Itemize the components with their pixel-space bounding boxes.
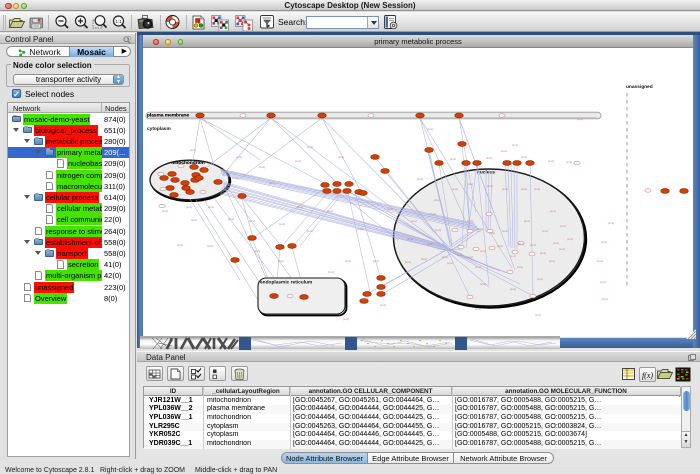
svg-text:(xxx): (xxx) — [190, 148, 197, 152]
svg-text:(xxx): (xxx) — [295, 159, 302, 163]
svg-text:(xxx): (xxx) — [567, 237, 574, 241]
svg-text:(xxx): (xxx) — [328, 270, 335, 274]
svg-text:(xxx): (xxx) — [502, 229, 509, 233]
svg-text:(xxx): (xxx) — [442, 255, 449, 259]
svg-text:(xxx): (xxx) — [434, 198, 441, 202]
svg-text:(xxx): (xxx) — [387, 207, 394, 211]
svg-text:(xxx): (xxx) — [430, 212, 437, 216]
svg-text:(xxx): (xxx) — [608, 221, 615, 225]
svg-text:(xxx): (xxx) — [566, 160, 573, 164]
svg-text:(xxx): (xxx) — [269, 181, 276, 185]
svg-text:(xxx): (xxx) — [177, 243, 184, 247]
svg-text:(xxx): (xxx) — [435, 228, 442, 232]
svg-text:(xxx): (xxx) — [417, 177, 424, 181]
svg-text:(xxx): (xxx) — [510, 287, 517, 291]
svg-text:(xxx): (xxx) — [447, 261, 454, 265]
svg-text:(xxx): (xxx) — [307, 145, 314, 149]
svg-text:(xxx): (xxx) — [497, 244, 504, 248]
svg-text:(xxx): (xxx) — [540, 251, 547, 255]
svg-text:(xxx): (xxx) — [597, 259, 604, 263]
svg-text:(xxx): (xxx) — [186, 205, 193, 209]
svg-text:(xxx): (xxx) — [501, 149, 508, 153]
svg-text:(xxx): (xxx) — [535, 313, 542, 317]
svg-text:(xxx): (xxx) — [297, 205, 304, 209]
svg-text:(xxx): (xxx) — [338, 155, 345, 159]
svg-text:(xxx): (xxx) — [467, 255, 474, 259]
svg-text:mitochondrion: mitochondrion — [171, 160, 205, 166]
svg-text:(xxx): (xxx) — [427, 127, 434, 131]
svg-text:(xxx): (xxx) — [553, 241, 560, 245]
svg-text:(xxx): (xxx) — [236, 155, 243, 159]
svg-text:(xxx): (xxx) — [327, 209, 334, 213]
svg-text:(xxx): (xxx) — [362, 297, 369, 301]
svg-text:(xxx): (xxx) — [517, 265, 524, 269]
svg-text:(xxx): (xxx) — [530, 243, 537, 247]
svg-text:(xxx): (xxx) — [537, 277, 544, 281]
svg-text:(xxx): (xxx) — [162, 209, 169, 213]
svg-text:(xxx): (xxx) — [191, 218, 198, 222]
svg-text:(xxx): (xxx) — [405, 260, 412, 264]
svg-text:unassigned: unassigned — [626, 84, 653, 90]
svg-text:(xxx): (xxx) — [560, 224, 567, 228]
svg-text:(xxx): (xxx) — [467, 219, 474, 223]
svg-text:endoplasmic reticulum: endoplasmic reticulum — [260, 280, 312, 286]
svg-text:(xxx): (xxx) — [486, 156, 493, 160]
svg-text:(xxx): (xxx) — [559, 247, 566, 251]
svg-text:(xxx): (xxx) — [307, 229, 314, 233]
svg-text:(xxx): (xxx) — [249, 219, 256, 223]
svg-text:(xxx): (xxx) — [550, 209, 557, 213]
svg-text:(xxx): (xxx) — [345, 259, 352, 263]
svg-text:(xxx): (xxx) — [411, 219, 418, 223]
svg-text:(xxx): (xxx) — [524, 219, 531, 223]
svg-text:(xxx): (xxx) — [534, 187, 541, 191]
svg-text:(xxx): (xxx) — [208, 205, 215, 209]
svg-text:(xxx): (xxx) — [232, 176, 239, 180]
svg-text:(xxx): (xxx) — [475, 265, 482, 269]
svg-text:(xxx): (xxx) — [489, 231, 496, 235]
svg-text:f(x): f(x) — [642, 371, 653, 380]
svg-text:plasma membrane: plasma membrane — [147, 112, 189, 118]
svg-text:(xxx): (xxx) — [600, 280, 607, 284]
svg-text:(xxx): (xxx) — [518, 242, 525, 246]
svg-text:(xxx): (xxx) — [457, 253, 464, 257]
svg-text:(xxx): (xxx) — [475, 307, 482, 311]
svg-text:1:1: 1:1 — [115, 19, 122, 24]
svg-text:(xxx): (xxx) — [279, 222, 286, 226]
svg-text:(xxx): (xxx) — [450, 157, 457, 161]
svg-text:(xxx): (xxx) — [487, 184, 494, 188]
svg-text:(xxx): (xxx) — [407, 237, 414, 241]
svg-text:(xxx): (xxx) — [502, 187, 509, 191]
svg-text:(xxx): (xxx) — [521, 187, 528, 191]
svg-text:(xxx): (xxx) — [373, 259, 380, 263]
svg-text:(xxx): (xxx) — [480, 282, 487, 286]
svg-text:(xxx): (xxx) — [548, 159, 555, 163]
svg-text:(xxx): (xxx) — [228, 217, 235, 221]
svg-text:(xxx): (xxx) — [452, 187, 459, 191]
svg-text:(xxx): (xxx) — [278, 259, 285, 263]
svg-text:(xxx): (xxx) — [521, 155, 528, 159]
svg-text:(xxx): (xxx) — [467, 182, 474, 186]
svg-text:(xxx): (xxx) — [601, 240, 608, 244]
svg-text:cytoplasm: cytoplasm — [147, 126, 171, 132]
svg-text:(xxx): (xxx) — [510, 254, 517, 258]
svg-text:(xxx): (xxx) — [577, 117, 584, 121]
svg-text:(xxx): (xxx) — [343, 317, 350, 321]
svg-text:(xxx): (xxx) — [357, 227, 364, 231]
svg-text:(xxx): (xxx) — [259, 165, 266, 169]
svg-text:(xxx): (xxx) — [427, 242, 434, 246]
svg-text:(xxx): (xxx) — [549, 259, 556, 263]
svg-text:(xxx): (xxx) — [477, 227, 484, 231]
svg-text:(xxx): (xxx) — [602, 297, 609, 301]
svg-text:(xxx): (xxx) — [512, 143, 519, 147]
svg-text:(xxx): (xxx) — [542, 229, 549, 233]
svg-text:(xxx): (xxx) — [207, 244, 214, 248]
svg-text:(xxx): (xxx) — [480, 249, 487, 253]
svg-text:(xxx): (xxx) — [254, 249, 261, 253]
svg-text:(xxx): (xxx) — [421, 257, 428, 261]
svg-text:(xxx): (xxx) — [380, 303, 387, 307]
